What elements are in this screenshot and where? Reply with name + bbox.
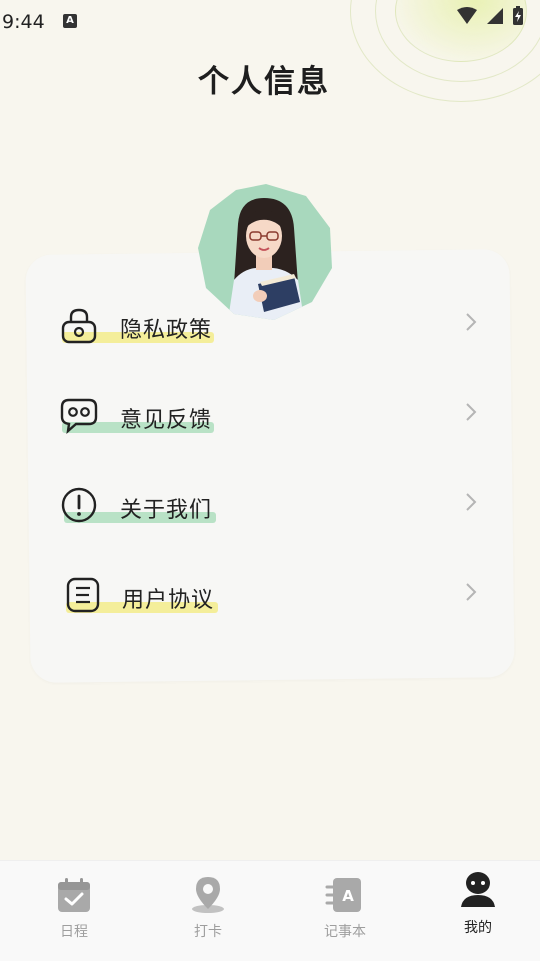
tab-schedule[interactable]: 日程: [24, 861, 124, 961]
battery-charging-icon: [513, 6, 523, 25]
signal-icon: [487, 8, 503, 24]
chevron-right-icon: [466, 583, 477, 601]
tab-label: 打卡: [194, 924, 222, 940]
calendar-check-icon: [58, 878, 90, 912]
tab-label: 我的: [464, 920, 492, 936]
chevron-right-icon: [466, 493, 477, 511]
chat-bubble-icon: [60, 398, 98, 434]
status-time: 9:44: [2, 11, 45, 33]
chevron-right-icon: [466, 403, 477, 421]
menu-item-label: 关于我们: [120, 498, 213, 523]
svg-text:A: A: [342, 887, 354, 905]
status-icons: [456, 6, 524, 26]
user-icon: [461, 872, 495, 907]
menu-item-about-us[interactable]: 关于我们: [60, 482, 490, 532]
menu-item-label: 用户协议: [122, 588, 215, 613]
menu-item-privacy-policy[interactable]: 隐私政策: [60, 302, 490, 352]
menu-item-user-agreement[interactable]: 用户协议: [60, 572, 490, 622]
status-bar: 9:44 A: [0, 0, 540, 42]
page-title: 个人信息: [198, 64, 330, 100]
lock-icon: [61, 308, 97, 344]
tab-label: 日程: [60, 924, 88, 940]
notebook-icon: A: [325, 878, 361, 912]
document-list-icon: [66, 577, 100, 613]
menu-item-feedback[interactable]: 意见反馈: [60, 392, 490, 442]
tab-label: 记事本: [324, 924, 366, 940]
bottom-tab-bar: 日程 打卡 A 记事本 我的: [0, 860, 540, 961]
tab-mine[interactable]: 我的: [428, 861, 528, 961]
chevron-right-icon: [466, 313, 477, 331]
wifi-icon: [457, 7, 477, 24]
info-alert-icon: [61, 487, 97, 523]
status-notification-badge: A: [63, 14, 77, 28]
avatar[interactable]: [198, 184, 334, 320]
tab-notebook[interactable]: A 记事本: [295, 861, 395, 961]
menu-item-label: 隐私政策: [120, 318, 213, 343]
menu-item-label: 意见反馈: [120, 408, 213, 433]
location-pin-icon: [192, 877, 224, 913]
tab-check-in[interactable]: 打卡: [158, 861, 258, 961]
